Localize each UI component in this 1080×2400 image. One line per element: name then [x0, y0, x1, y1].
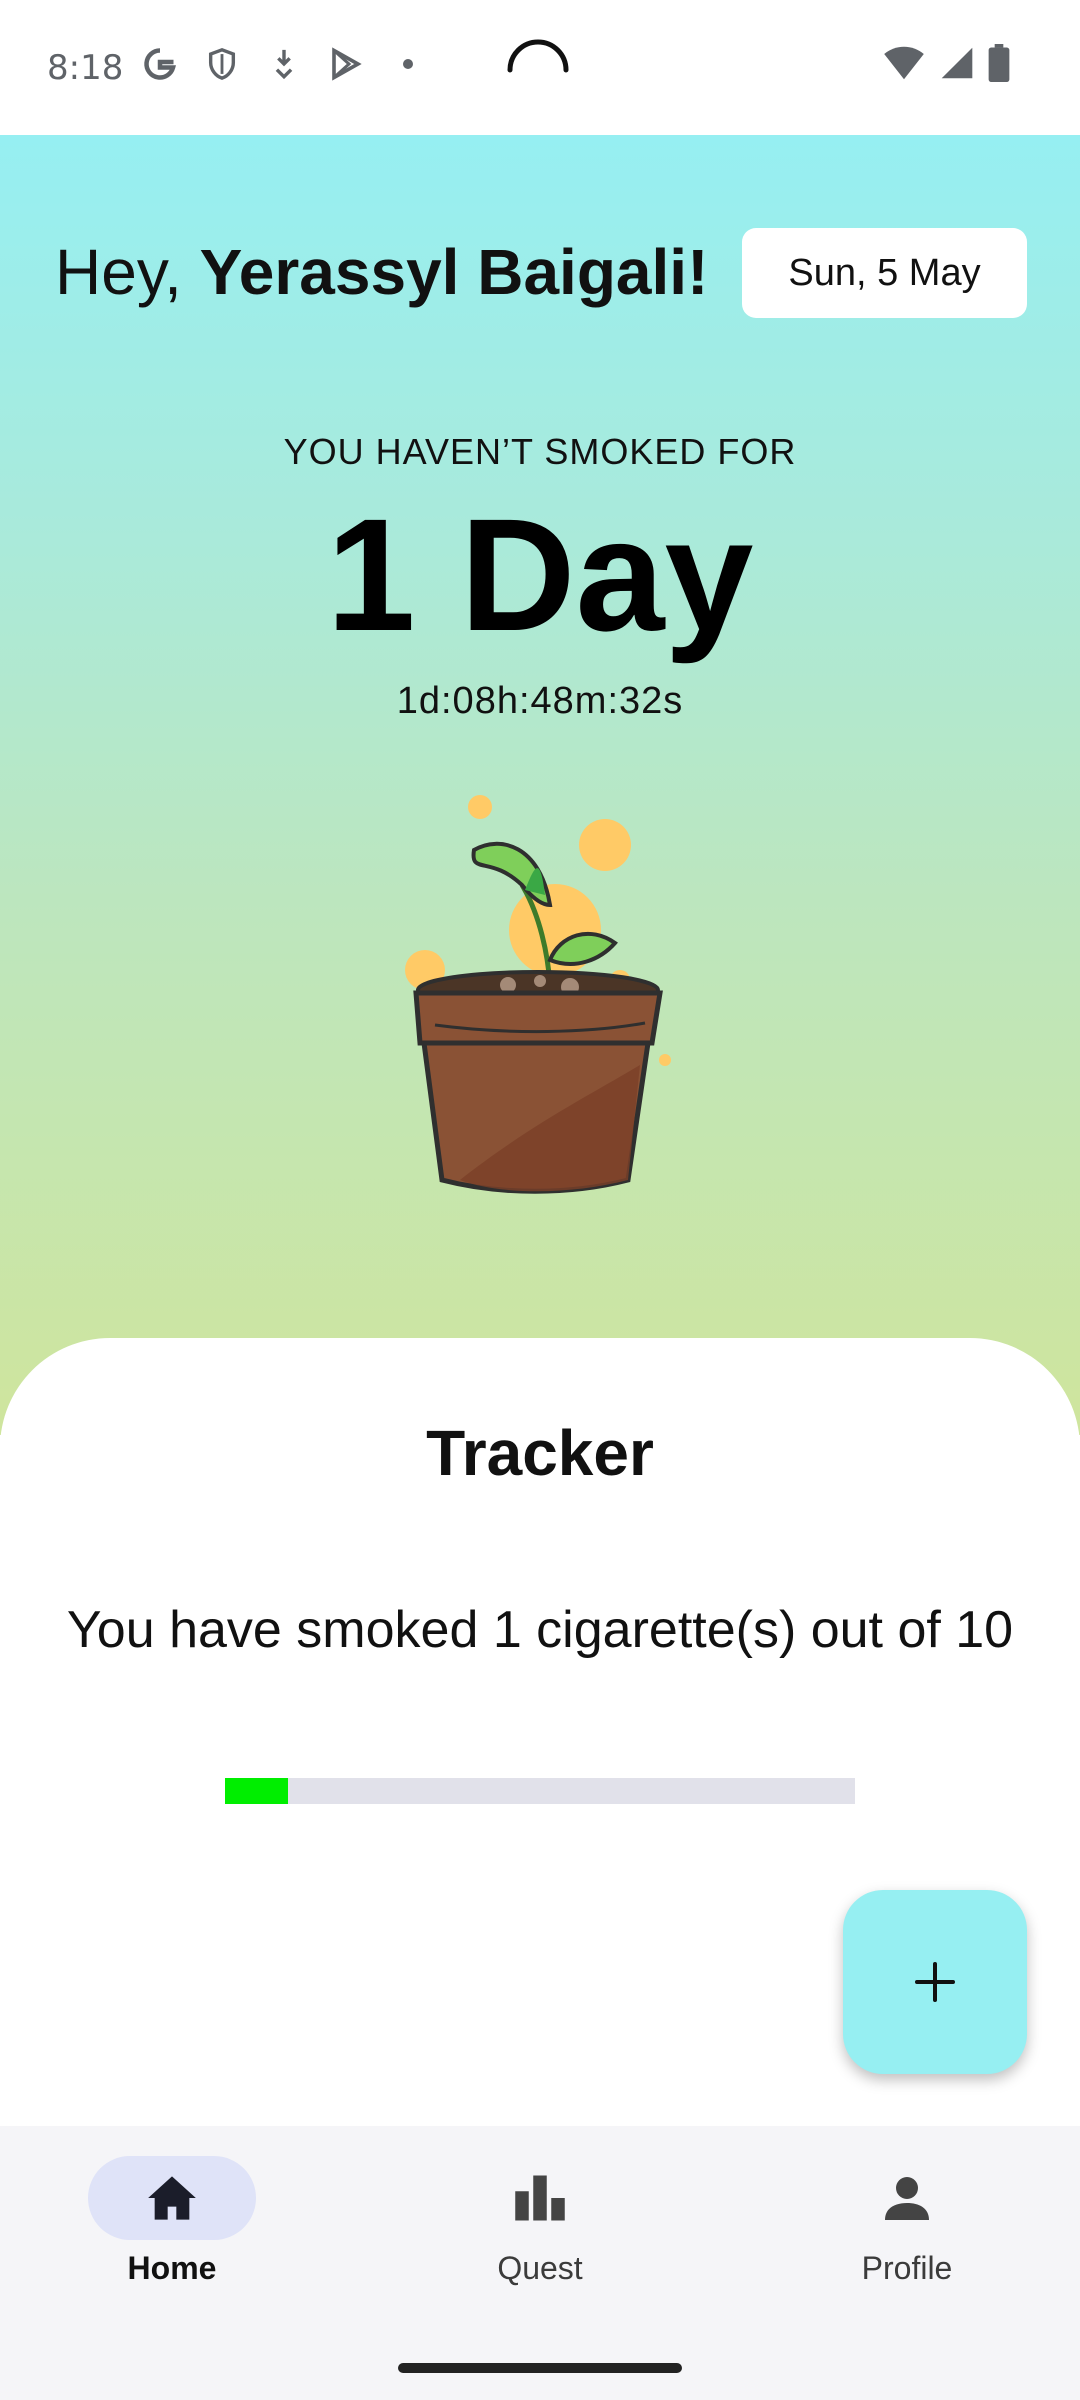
google-g-icon — [140, 44, 180, 84]
status-bar: 8:18 — [0, 0, 1080, 135]
bar-chart-icon — [515, 2175, 565, 2221]
cigarette-progress-fill — [225, 1778, 288, 1804]
loading-spinner-icon — [507, 39, 569, 73]
bottom-navigation: Home Quest Profile — [0, 2126, 1080, 2400]
plant-pot-illustration — [405, 795, 671, 1194]
play-store-icon — [326, 44, 366, 84]
home-indicator[interactable] — [398, 2363, 682, 2373]
notification-dot-icon — [388, 44, 428, 84]
shield-icon — [202, 44, 242, 84]
download-icon — [264, 44, 304, 84]
hero-section: Hey, Yerassyl Baigali! Sun, 5 May YOU HA… — [0, 135, 1080, 1435]
plus-icon — [915, 1962, 955, 2002]
battery-icon — [988, 44, 1010, 87]
streak-timer: 1d:08h:48m:32s — [396, 680, 684, 722]
status-icons-left — [140, 44, 428, 84]
nav-item-profile[interactable]: Profile — [787, 2156, 1027, 2287]
nav-label-home: Home — [127, 2250, 217, 2286]
nav-item-quest[interactable]: Quest — [420, 2156, 660, 2287]
status-icons-right — [882, 44, 1010, 87]
nav-pill-quest — [456, 2156, 624, 2240]
streak-value: 1 Day — [326, 485, 754, 664]
signal-icon — [940, 46, 974, 85]
tracker-summary: You have smoked 1 cigarette(s) out of 10 — [66, 1601, 1014, 1659]
wifi-icon — [882, 45, 926, 86]
streak-label: YOU HAVEN’T SMOKED FOR — [283, 431, 797, 472]
add-cigarette-button[interactable] — [843, 1890, 1027, 2074]
nav-label-quest: Quest — [497, 2250, 583, 2286]
nav-item-home[interactable]: Home — [52, 2156, 292, 2287]
nav-label-profile: Profile — [861, 2250, 953, 2286]
tracker-title: Tracker — [426, 1417, 654, 1489]
nav-pill-profile — [823, 2156, 991, 2240]
greeting-prefix: Hey, — [55, 236, 200, 308]
user-name: Yerassyl Baigali! — [199, 236, 709, 308]
nav-pill-home — [88, 2156, 256, 2240]
home-icon — [148, 2176, 196, 2220]
cigarette-progress-bar — [225, 1778, 855, 1804]
status-time: 8:18 — [47, 48, 124, 88]
greeting: Hey, Yerassyl Baigali! — [55, 235, 708, 309]
date-chip[interactable]: Sun, 5 May — [742, 228, 1027, 318]
person-icon — [885, 2177, 929, 2220]
